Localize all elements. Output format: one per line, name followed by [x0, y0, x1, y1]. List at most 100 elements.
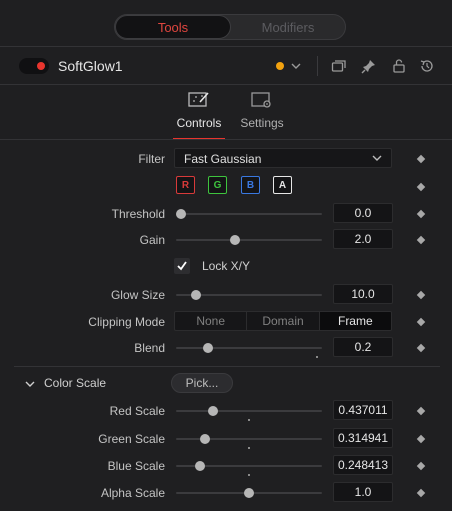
gain-row: Gain 2.0: [0, 229, 452, 251]
keyframe-icon[interactable]: [416, 406, 426, 416]
clipping-option-frame[interactable]: Frame: [319, 312, 391, 330]
inspector-tabs: Controls Settings: [0, 88, 452, 140]
lock-xy-row: Lock X/Y: [0, 258, 452, 280]
versions-icon[interactable]: [330, 57, 348, 75]
node-header: SoftGlow1: [0, 52, 452, 80]
filter-row: Filter Fast Gaussian: [0, 148, 452, 170]
red-scale-label: Red Scale: [109, 404, 165, 418]
keyframe-icon[interactable]: [416, 317, 426, 327]
tab-settings[interactable]: Settings: [232, 88, 292, 138]
gain-label: Gain: [139, 233, 165, 247]
alpha-scale-slider-knob[interactable]: [244, 488, 254, 498]
channel-green-button[interactable]: G: [208, 176, 227, 194]
red-scale-row: Red Scale 0.437011: [0, 400, 452, 422]
blend-slider-knob[interactable]: [203, 343, 214, 353]
keyframe-icon[interactable]: [416, 434, 426, 444]
blue-scale-input[interactable]: 0.248413: [333, 455, 393, 475]
gain-slider-knob[interactable]: [230, 235, 241, 245]
checkmark-icon: [177, 261, 187, 271]
node-name: SoftGlow1: [58, 58, 123, 74]
color-label-icon[interactable]: [276, 62, 284, 70]
tab-controls-label: Controls: [176, 116, 222, 130]
green-scale-input[interactable]: 0.314941: [333, 428, 393, 448]
keyframe-icon[interactable]: [416, 182, 426, 192]
channel-red-button[interactable]: R: [176, 176, 195, 194]
panel-tab-switch: Tools Modifiers: [114, 14, 346, 40]
controls-icon: [188, 92, 209, 107]
filter-label: Filter: [138, 152, 165, 166]
blue-scale-slider-knob[interactable]: [195, 461, 206, 471]
settings-icon: [251, 92, 271, 108]
tab-modifiers[interactable]: Modifiers: [231, 15, 345, 39]
gain-slider[interactable]: [176, 239, 322, 241]
filter-dropdown[interactable]: Fast Gaussian: [174, 148, 392, 168]
threshold-label: Threshold: [111, 207, 165, 221]
divider: [0, 46, 452, 47]
chevron-down-icon: [372, 155, 382, 161]
clipping-mode-selector: None Domain Frame: [174, 311, 392, 331]
keyframe-icon[interactable]: [416, 154, 426, 164]
blend-label: Blend: [134, 341, 165, 355]
green-scale-label: Green Scale: [98, 432, 165, 446]
default-tick: [248, 474, 250, 476]
red-scale-slider[interactable]: [176, 410, 322, 412]
red-scale-input[interactable]: 0.437011: [333, 400, 393, 420]
filter-value: Fast Gaussian: [184, 152, 262, 166]
clipping-mode-row: Clipping Mode None Domain Frame: [0, 311, 452, 333]
channel-alpha-button[interactable]: A: [273, 176, 292, 194]
pick-button[interactable]: Pick...: [171, 373, 233, 393]
keyframe-icon[interactable]: [416, 209, 426, 219]
clipping-option-none[interactable]: None: [175, 312, 248, 330]
glow-size-slider-knob[interactable]: [190, 290, 201, 300]
clipping-mode-label: Clipping Mode: [88, 315, 165, 329]
threshold-slider[interactable]: [176, 213, 322, 215]
keyframe-icon[interactable]: [416, 488, 426, 498]
threshold-input[interactable]: 0.0: [333, 203, 393, 223]
divider: [14, 366, 440, 367]
keyframe-icon[interactable]: [416, 461, 426, 471]
glow-size-label: Glow Size: [110, 288, 165, 302]
divider: [0, 139, 452, 140]
clipping-option-domain[interactable]: Domain: [247, 312, 320, 330]
keyframe-icon[interactable]: [416, 290, 426, 300]
color-chevron-icon[interactable]: [290, 56, 302, 79]
threshold-slider-knob[interactable]: [176, 209, 186, 219]
pin-icon[interactable]: [360, 57, 378, 75]
channels-row: R G B A: [0, 176, 452, 198]
glow-size-input[interactable]: 10.0: [333, 284, 393, 304]
blend-input[interactable]: 0.2: [333, 337, 393, 357]
tab-settings-label: Settings: [240, 116, 284, 130]
default-tick: [316, 356, 318, 358]
green-scale-row: Green Scale 0.314941: [0, 428, 452, 450]
threshold-row: Threshold 0.0: [0, 203, 452, 225]
alpha-scale-row: Alpha Scale 1.0: [0, 482, 452, 504]
default-tick: [248, 447, 250, 449]
alpha-scale-label: Alpha Scale: [100, 486, 165, 500]
color-scale-title: Color Scale: [44, 376, 107, 390]
chevron-down-icon[interactable]: [24, 377, 36, 391]
keyframe-icon[interactable]: [416, 235, 426, 245]
color-scale-header[interactable]: Color Scale Pick...: [0, 373, 452, 395]
alpha-scale-input[interactable]: 1.0: [333, 482, 393, 502]
blend-slider[interactable]: [176, 347, 322, 349]
node-enable-toggle[interactable]: [19, 58, 49, 74]
default-tick: [248, 419, 250, 421]
tab-controls[interactable]: Controls: [169, 88, 229, 140]
gain-input[interactable]: 2.0: [333, 229, 393, 249]
tab-tools[interactable]: Tools: [115, 15, 231, 39]
green-scale-slider-knob[interactable]: [200, 434, 211, 444]
lock-icon[interactable]: [390, 57, 408, 75]
red-scale-slider-knob[interactable]: [207, 406, 218, 416]
divider: [317, 56, 318, 76]
toggle-dot-icon: [37, 62, 45, 70]
keyframe-icon[interactable]: [416, 343, 426, 353]
reset-icon[interactable]: [418, 57, 436, 75]
green-scale-slider[interactable]: [176, 438, 322, 440]
channel-blue-button[interactable]: B: [241, 176, 260, 194]
lock-xy-checkbox[interactable]: [174, 258, 190, 274]
glow-size-row: Glow Size 10.0: [0, 284, 452, 306]
blend-row: Blend 0.2: [0, 337, 452, 359]
divider: [0, 84, 452, 85]
blue-scale-label: Blue Scale: [107, 459, 165, 473]
lock-xy-label: Lock X/Y: [202, 259, 251, 273]
